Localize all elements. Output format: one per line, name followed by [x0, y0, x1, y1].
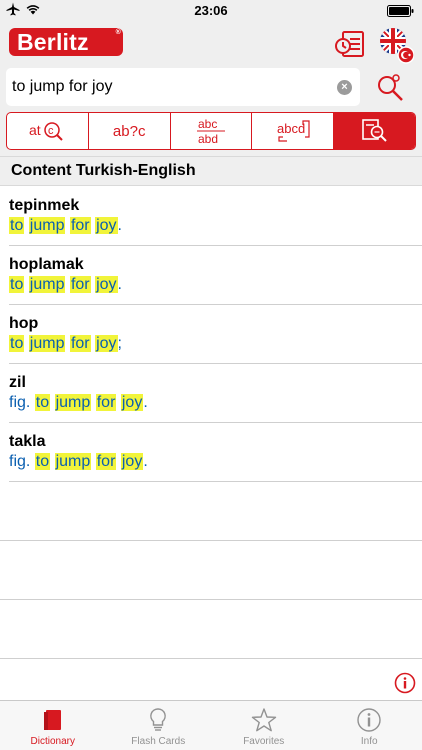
- mode-fulltext[interactable]: [334, 113, 415, 149]
- highlight-word: jump: [28, 217, 66, 234]
- highlight-word: to: [9, 276, 25, 293]
- mode-spell-check[interactable]: at c: [7, 113, 89, 149]
- result-headword: zil: [9, 374, 26, 391]
- section-header: Content Turkish-English: [0, 156, 422, 186]
- search-modes-bar: at c ab?c abc abd abcd: [0, 110, 422, 156]
- tab-label: Favorites: [243, 736, 285, 747]
- header: Berlitz ®: [0, 20, 422, 64]
- tab-dictionary[interactable]: Dictionary: [0, 701, 106, 750]
- result-translation: to jump for joy;: [9, 334, 422, 354]
- highlight-word: for: [95, 394, 117, 411]
- result-row[interactable]: tepinmek to jump for joy.: [9, 187, 422, 246]
- punctuation: .: [143, 453, 148, 470]
- result-translation: to jump for joy.: [9, 216, 422, 236]
- result-row[interactable]: zil fig. to jump for joy.: [9, 364, 422, 423]
- punctuation: .: [143, 394, 148, 411]
- punctuation: ;: [117, 335, 122, 352]
- anagram-icon: abcd: [277, 120, 310, 142]
- compare-icon: abc abd: [196, 117, 225, 146]
- mode-compare[interactable]: abc abd: [171, 113, 253, 149]
- tab-flash-cards[interactable]: Flash Cards: [106, 701, 212, 750]
- results-list: tepinmek to jump for joy. hoplamak to ju…: [0, 187, 422, 659]
- svg-text:abc: abc: [198, 117, 217, 131]
- spell-check-icon: at c: [29, 122, 64, 141]
- search-gear-icon: [378, 74, 403, 101]
- mode-wildcard[interactable]: ab?c: [89, 113, 171, 149]
- history-list-icon: [335, 31, 364, 57]
- highlight-word: joy: [95, 276, 118, 293]
- usage-label: fig.: [9, 394, 31, 411]
- status-bar: 23:06: [0, 0, 422, 20]
- empty-row: [0, 541, 422, 600]
- tab-bar: Dictionary Flash Cards Favorites Info: [0, 700, 422, 750]
- highlight-word: to: [34, 394, 51, 411]
- svg-text:at: at: [29, 122, 41, 138]
- empty-row: [0, 600, 422, 659]
- highlight-word: joy: [95, 217, 118, 234]
- empty-row: [0, 482, 422, 541]
- highlight-word: for: [95, 453, 117, 470]
- highlight-word: for: [69, 276, 91, 293]
- svg-text:abd: abd: [198, 132, 218, 146]
- highlight-word: jump: [54, 394, 92, 411]
- highlight-word: joy: [120, 453, 144, 470]
- highlight-word: to: [34, 453, 51, 470]
- lightbulb-icon: [150, 708, 167, 731]
- svg-text:abcd: abcd: [277, 121, 305, 136]
- result-row[interactable]: hop to jump for joy;: [9, 305, 422, 364]
- history-button[interactable]: [334, 28, 366, 60]
- result-headword: tepinmek: [9, 197, 80, 214]
- search-mode-segmented-control: at c ab?c abc abd abcd: [6, 112, 416, 150]
- info-button[interactable]: [394, 672, 416, 694]
- highlight-word: for: [69, 217, 91, 234]
- result-headword: takla: [9, 433, 46, 450]
- highlight-word: joy: [120, 394, 144, 411]
- highlight-word: jump: [28, 335, 66, 352]
- fulltext-search-icon: [361, 119, 387, 142]
- svg-text:c: c: [48, 125, 54, 137]
- battery-icon: [387, 5, 414, 17]
- info-icon: [357, 708, 381, 732]
- highlight-word: to: [9, 217, 25, 234]
- search-box: ×: [6, 68, 360, 106]
- highlight-word: joy: [95, 335, 118, 352]
- highlight-word: to: [9, 335, 25, 352]
- result-row[interactable]: hoplamak to jump for joy.: [9, 246, 422, 305]
- language-flag-button[interactable]: [378, 26, 415, 64]
- tab-label: Info: [360, 736, 378, 747]
- section-title: Content Turkish-English: [11, 162, 196, 179]
- punctuation: .: [117, 276, 122, 293]
- result-translation: fig. to jump for joy.: [9, 393, 422, 413]
- result-headword: hop: [9, 315, 39, 332]
- result-headword: hoplamak: [9, 256, 84, 273]
- search-input[interactable]: [6, 68, 326, 106]
- book-icon: [43, 710, 61, 730]
- result-translation: fig. to jump for joy.: [9, 452, 422, 472]
- tab-label: Dictionary: [30, 736, 75, 747]
- uk-flag-icon: [380, 28, 415, 64]
- clear-search-button[interactable]: ×: [337, 80, 352, 95]
- result-translation: to jump for joy.: [9, 275, 422, 295]
- star-icon: [251, 708, 276, 732]
- usage-label: fig.: [9, 453, 31, 470]
- punctuation: .: [117, 217, 122, 234]
- status-time: 23:06: [194, 3, 228, 18]
- tab-favorites[interactable]: Favorites: [211, 701, 317, 750]
- result-row[interactable]: takla fig. to jump for joy.: [9, 423, 422, 482]
- highlight-word: for: [69, 335, 91, 352]
- tab-label: Flash Cards: [131, 736, 186, 747]
- clear-icon: ×: [341, 81, 348, 93]
- wildcard-label: ab?c: [112, 122, 146, 140]
- mode-anagram[interactable]: abcd: [252, 113, 335, 149]
- logo-registered-mark: ®: [115, 29, 121, 36]
- berlitz-logo: Berlitz ®: [9, 28, 123, 56]
- info-circle-icon: [394, 672, 416, 694]
- search-row: ×: [0, 64, 422, 110]
- logo-text: Berlitz: [17, 29, 89, 55]
- search-settings-button[interactable]: [375, 72, 405, 102]
- tab-info[interactable]: Info: [317, 701, 422, 750]
- highlight-word: jump: [54, 453, 92, 470]
- highlight-word: jump: [28, 276, 66, 293]
